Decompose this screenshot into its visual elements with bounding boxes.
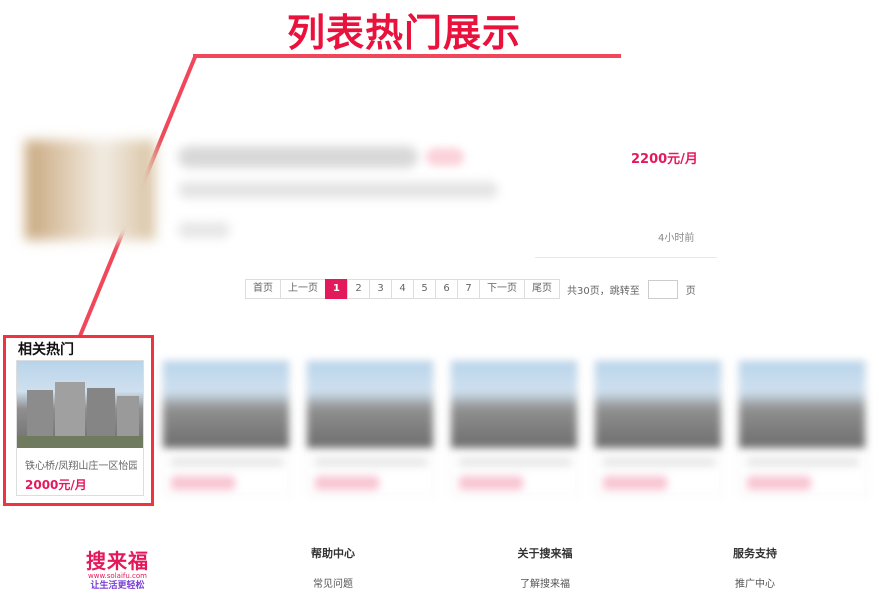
listing-image[interactable]	[25, 140, 155, 240]
pagination-page-2[interactable]: 2	[347, 279, 370, 299]
footer-column-help: 帮助中心 常见问题	[310, 545, 356, 601]
listing-divider	[535, 257, 717, 258]
pagination-last[interactable]: 尾页	[524, 279, 560, 299]
footer-column-title: 关于搜来福	[517, 547, 573, 560]
pagination-page-5[interactable]: 5	[413, 279, 436, 299]
listing-title-blurred[interactable]	[178, 146, 418, 168]
pagination-first[interactable]: 首页	[245, 279, 281, 299]
hot-card-blurred[interactable]	[738, 360, 868, 496]
pagination-page-unit: 页	[685, 285, 696, 297]
hot-card-blurred[interactable]	[306, 360, 434, 496]
pagination-page-3[interactable]: 3	[369, 279, 392, 299]
footer-link-blurred[interactable]	[732, 596, 778, 601]
pagination-page-1[interactable]: 1	[325, 279, 348, 299]
footer-column-title: 帮助中心	[311, 547, 355, 560]
pagination: 首页 上一页 1 2 3 4 5 6 7 下一页 尾页 共30页，跳转至 页	[245, 279, 696, 299]
pagination-jump-input[interactable]	[647, 279, 678, 299]
listing-tag-blurred	[426, 148, 464, 166]
footer-column-support: 服务支持 推广中心	[732, 545, 778, 601]
pagination-page-4[interactable]: 4	[391, 279, 414, 299]
listing-subtitle-blurred	[178, 182, 498, 198]
listing-price: 2200元/月	[631, 152, 698, 167]
hot-card-blurred[interactable]	[450, 360, 578, 496]
pagination-prev[interactable]: 上一页	[280, 279, 326, 299]
annotation-line-diagonal	[78, 56, 197, 337]
footer-link[interactable]: 推广中心	[732, 575, 778, 590]
footer-link-blurred[interactable]	[310, 596, 356, 601]
footer-link-blurred[interactable]	[516, 596, 574, 601]
hot-card-blurred[interactable]	[162, 360, 290, 496]
logo-url: www.solaifu.com	[88, 572, 147, 580]
listing-meta-blurred	[178, 222, 230, 238]
footer-column-title: 服务支持	[733, 547, 777, 560]
footer-link[interactable]: 常见问题	[310, 575, 356, 590]
annotation-title: 列表热门展示	[287, 11, 522, 55]
pagination-total: 共30页，跳转至	[567, 285, 640, 297]
pagination-next[interactable]: 下一页	[479, 279, 525, 299]
pagination-page-7[interactable]: 7	[457, 279, 480, 299]
footer-link[interactable]: 了解搜来福	[516, 575, 574, 590]
logo-slogan: 让生活更轻松	[90, 581, 145, 591]
hot-card-blurred[interactable]	[594, 360, 722, 496]
logo-text: 搜来福	[86, 549, 149, 573]
pagination-page-6[interactable]: 6	[435, 279, 458, 299]
listing-time: 4小时前	[658, 233, 695, 244]
annotation-highlight-box	[3, 335, 154, 506]
site-logo[interactable]: 搜来福 www.solaifu.com 让生活更轻松	[86, 550, 149, 592]
annotation-line-horizontal	[193, 54, 621, 58]
page: 列表热门展示 2200元/月 4小时前 首页 上一页 1 2 3 4 5 6 7…	[0, 0, 879, 601]
footer-column-about: 关于搜来福 了解搜来福	[516, 545, 574, 601]
